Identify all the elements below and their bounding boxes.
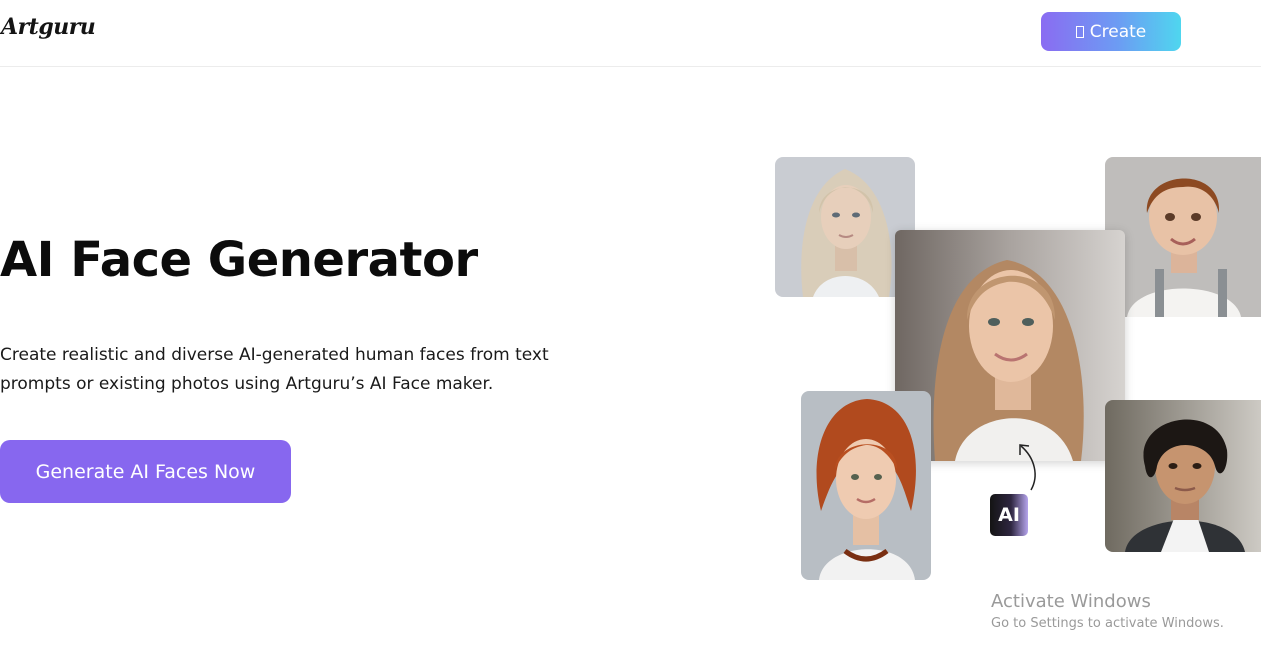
curved-arrow-icon <box>1019 444 1036 491</box>
activate-windows-watermark: Activate Windows Go to Settings to activ… <box>991 591 1224 635</box>
ai-badge: AI <box>990 494 1028 536</box>
red-haired-woman-portrait <box>801 391 931 580</box>
top-nav-bar: Artguru Create <box>0 0 1261 67</box>
create-button-label: Create <box>1089 21 1147 42</box>
curly-haired-man-portrait <box>1105 400 1261 552</box>
artguru-logo[interactable]: Artguru <box>1 14 96 40</box>
watermark-subtitle: Go to Settings to activate Windows. <box>991 616 1224 631</box>
pencil-icon <box>1075 25 1084 38</box>
create-button[interactable]: Create <box>1041 12 1181 51</box>
smiling-boy-portrait <box>1105 157 1261 317</box>
page: Artguru Create AI Face Generator Create … <box>0 0 1261 660</box>
platinum-blonde-woman-portrait <box>775 157 915 297</box>
watermark-title: Activate Windows <box>991 591 1151 612</box>
page-title: AI Face Generator <box>0 232 478 288</box>
generate-ai-faces-button[interactable]: Generate AI Faces Now <box>0 440 291 503</box>
hero-description: Create realistic and diverse AI-generate… <box>0 345 549 394</box>
